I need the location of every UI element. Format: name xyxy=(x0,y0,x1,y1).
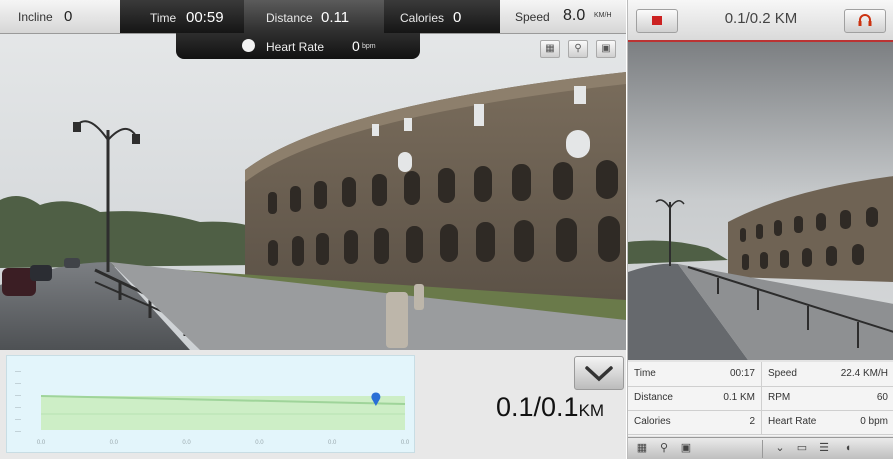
stat-label: Distance xyxy=(634,392,673,403)
list-icon[interactable]: ☰ xyxy=(816,441,832,455)
y-tick-label: — xyxy=(15,393,21,399)
heart-rate-label: Heart Rate xyxy=(266,40,325,54)
chevron-down-icon[interactable]: ⌄ xyxy=(772,441,788,455)
stat-label: Speed xyxy=(768,368,797,379)
x-tick-label: 0.0 xyxy=(37,440,46,446)
window-icon[interactable]: ▭ xyxy=(794,441,810,455)
mini-title: 0.1/0.2 KM xyxy=(724,10,798,27)
stat-value: 2 xyxy=(749,416,755,427)
workout-stats-bar: Incline 0 Time 00:59 Distance 0.11 Calor… xyxy=(0,0,626,34)
distance-progress-unit: KM xyxy=(578,401,605,420)
view-tools: ▦ ⚲ ▣ xyxy=(538,40,622,58)
incline-value: 0 xyxy=(64,8,73,25)
map-icon[interactable]: ▦ xyxy=(634,441,650,455)
stat-value: 0 bpm xyxy=(860,416,888,427)
audio-button[interactable] xyxy=(844,9,886,33)
time-value: 00:59 xyxy=(186,9,224,26)
stop-button[interactable] xyxy=(636,9,678,33)
stat-value: 0.1 KM xyxy=(723,392,755,403)
elevation-profile-chart[interactable]: — — — — — — 0.0 0.0 0.0 0.0 0.0 0.0 xyxy=(6,355,415,453)
speaker-icon[interactable]: ◖ xyxy=(840,441,856,455)
mini-footer-toolbar: ▦ ⚲ ▣ ⌄ ▭ ☰ ◖ xyxy=(628,437,893,459)
incline-label: Incline xyxy=(18,10,53,24)
stat-cell: Calories 2 xyxy=(628,410,762,435)
headphones-icon xyxy=(858,14,872,26)
y-tick-label: — xyxy=(15,369,21,375)
x-tick-label: 0.0 xyxy=(328,440,337,446)
x-tick-label: 0.0 xyxy=(182,440,191,446)
elevation-profile-graphic: — — — — — — 0.0 0.0 0.0 0.0 0.0 0.0 xyxy=(15,369,410,446)
calories-label: Calories xyxy=(400,11,445,25)
stat-label: Time xyxy=(634,368,656,379)
stat-cell: Time 00:17 xyxy=(628,362,762,387)
stat-cell: Distance 0.1 KM xyxy=(628,386,762,411)
mini-view-panel: 0.1/0.2 KM Time 00:17 Speed 22.4 KM/H Di… xyxy=(627,0,893,459)
speed-value: 8.0 xyxy=(563,7,586,24)
chevron-down-icon xyxy=(585,366,613,382)
main-view-panel: Incline 0 Time 00:59 Distance 0.11 Calor… xyxy=(0,0,626,459)
stat-label: Calories xyxy=(634,416,671,427)
layers-icon[interactable]: ▣ xyxy=(596,40,616,58)
distance-value: 0.11 xyxy=(321,9,350,26)
time-label: Time xyxy=(150,11,177,25)
stat-label: Heart Rate xyxy=(768,416,817,427)
x-tick-label: 0.0 xyxy=(110,440,119,446)
layers-icon[interactable]: ▣ xyxy=(678,441,694,455)
street-view-icon[interactable]: ⚲ xyxy=(568,40,588,58)
stat-value: 00:17 xyxy=(729,368,755,379)
speed-label: Speed xyxy=(515,10,550,24)
stat-cell: Speed 22.4 KM/H xyxy=(762,362,893,387)
y-tick-label: — xyxy=(15,405,21,411)
center-stats-segment: Time 00:59 Distance 0.11 Calories 0 xyxy=(120,0,500,33)
distance-label: Distance xyxy=(266,11,313,25)
mini-header: 0.1/0.2 KM xyxy=(628,0,893,42)
collapse-button[interactable] xyxy=(574,356,624,390)
footer-divider xyxy=(762,440,763,458)
stat-value: 60 xyxy=(876,392,888,403)
heart-rate-unit: bpm xyxy=(362,43,376,50)
y-tick-label: — xyxy=(15,429,21,435)
stat-value: 22.4 KM/H xyxy=(840,368,888,379)
distance-segment xyxy=(244,0,384,33)
elevation-band xyxy=(41,396,405,430)
map-icon[interactable]: ▦ xyxy=(540,40,560,58)
y-tick-label: — xyxy=(15,417,21,423)
heart-rate-value: 0 xyxy=(352,38,360,54)
x-tick-label: 0.0 xyxy=(255,440,264,446)
heart-rate-bar: Heart Rate 0 bpm xyxy=(176,33,420,59)
street-view-icon[interactable]: ⚲ xyxy=(656,441,672,455)
distance-progress-value: 0.1/0.1 xyxy=(496,392,579,422)
speed-unit: KM/H xyxy=(594,12,612,19)
stop-icon xyxy=(652,16,662,25)
calories-value: 0 xyxy=(453,9,462,26)
y-tick-label: — xyxy=(15,381,21,387)
stat-label: RPM xyxy=(768,392,791,403)
distance-progress: 0.1/0.1KM xyxy=(496,392,604,423)
stat-cell: Heart Rate 0 bpm xyxy=(762,410,893,435)
heart-icon xyxy=(242,39,255,52)
mini-street-view-image[interactable] xyxy=(628,42,893,360)
mini-stats-table: Time 00:17 Speed 22.4 KM/H Distance 0.1 KM RPM… xyxy=(628,362,893,436)
stat-cell: RPM 60 xyxy=(762,386,893,411)
x-tick-label: 0.0 xyxy=(401,440,410,446)
